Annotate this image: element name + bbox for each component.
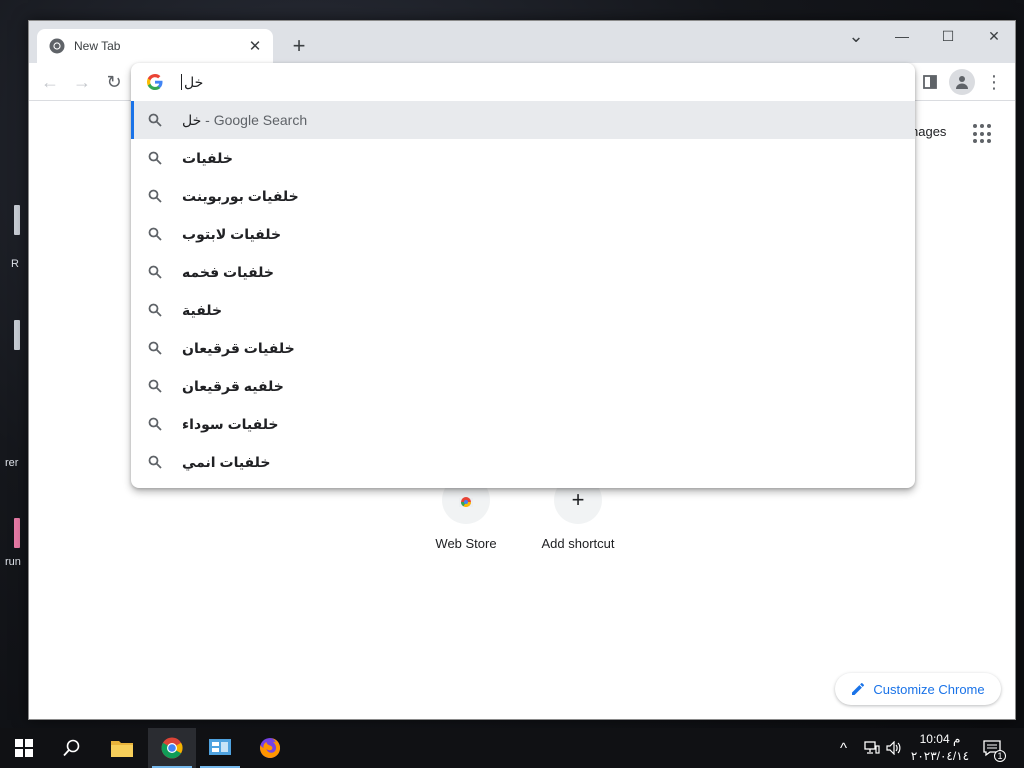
shortcut-label: Add shortcut — [541, 536, 615, 551]
suggestion-text: خلفيات بوربوينت — [182, 187, 299, 204]
suggestion-typed: خل — [182, 111, 202, 128]
network-icon[interactable] — [864, 728, 880, 768]
suggestion-text: خلفيات انمي — [182, 453, 271, 470]
taskbar-file-explorer[interactable] — [98, 728, 146, 768]
close-window-button[interactable]: ✕ — [971, 21, 1017, 51]
search-icon — [147, 454, 163, 470]
suggestion-item[interactable]: خلفيات — [131, 139, 915, 177]
omnibox-dropdown: خل خل - Google Search خلفيات خلفيات بورب… — [131, 63, 915, 488]
minimize-button[interactable]: — — [879, 21, 925, 51]
customize-chrome-label: Customize Chrome — [873, 681, 985, 697]
notification-center-button[interactable]: 1 — [982, 728, 1006, 768]
shortcut-label: Web Store — [435, 536, 497, 551]
profile-avatar-icon[interactable] — [949, 69, 975, 95]
desktop-icon-label: rer — [5, 457, 19, 469]
side-panel-icon[interactable] — [915, 67, 945, 97]
system-clock[interactable]: 10:04 م ٢٠٢٣/٠٤/١٤ — [905, 731, 975, 765]
suggestion-item[interactable]: خلفيات بوربوينت — [131, 177, 915, 215]
omnibox-input[interactable]: خل — [131, 63, 915, 101]
new-tab-button[interactable]: + — [285, 32, 313, 60]
suggestion-text: خلفيات — [182, 149, 233, 166]
tab-search-icon[interactable]: ⌄ — [833, 21, 879, 51]
volume-icon[interactable] — [886, 728, 902, 768]
suggestion-item[interactable]: خلفيات انمي — [131, 443, 915, 481]
search-icon — [147, 112, 163, 128]
clock-time: 10:04 م — [919, 732, 961, 746]
search-icon — [147, 416, 163, 432]
search-icon — [147, 188, 163, 204]
suggestion-item[interactable]: خلفيات فخمه — [131, 253, 915, 291]
suggestion-item[interactable]: خلفية — [131, 291, 915, 329]
suggestion-suffix: - Google Search — [201, 112, 308, 128]
search-icon — [147, 264, 163, 280]
taskbar: ^ 10:04 م ٢٠٢٣/٠٤/١٤ 1 — [0, 728, 1024, 768]
desktop-icon-label: R — [11, 258, 19, 270]
taskbar-firefox[interactable] — [246, 728, 294, 768]
maximize-button[interactable]: ☐ — [925, 21, 971, 51]
suggestion-text: خلفيات سوداء — [182, 415, 279, 432]
search-icon — [147, 226, 163, 242]
windows-logo-icon — [15, 739, 33, 757]
suggestion-item[interactable]: خلفيات قرقيعان — [131, 329, 915, 367]
taskbar-chrome[interactable] — [148, 728, 196, 768]
folder-icon — [111, 741, 133, 757]
desktop-icon[interactable] — [14, 518, 20, 548]
taskbar-control-panel[interactable] — [196, 728, 244, 768]
images-link[interactable]: nages — [911, 124, 946, 139]
search-icon — [147, 340, 163, 356]
tab-title: New Tab — [74, 39, 121, 53]
omnibox-typed-text: خل — [181, 74, 203, 90]
suggestion-item[interactable]: خلفيه قرقيعان — [131, 367, 915, 405]
search-icon — [147, 378, 163, 394]
suggestion-text: خلفيه قرقيعان — [182, 377, 284, 394]
tray-chevron[interactable]: ^ — [840, 728, 847, 768]
desktop-icon-label: run — [5, 556, 21, 568]
notification-count-badge: 1 — [994, 750, 1006, 762]
google-apps-icon[interactable] — [973, 124, 993, 144]
tab-new-tab[interactable]: New Tab ✕ — [37, 29, 273, 63]
tab-close-icon[interactable]: ✕ — [243, 34, 267, 58]
reload-button[interactable]: ↻ — [99, 67, 129, 97]
chrome-menu-icon[interactable]: ⋮ — [979, 67, 1009, 97]
firefox-icon — [260, 737, 281, 758]
clock-date: ٢٠٢٣/٠٤/١٤ — [910, 749, 970, 763]
tab-strip: New Tab ✕ + ⌄ — ☐ ✕ — [29, 21, 1015, 63]
forward-button[interactable]: → — [67, 67, 97, 97]
control-panel-icon — [209, 739, 231, 755]
suggestion-item[interactable]: خلفيات سوداء — [131, 405, 915, 443]
google-g-icon — [147, 74, 163, 90]
back-button[interactable]: ← — [35, 67, 65, 97]
suggestion-text: خلفيات لابتوب — [182, 225, 282, 242]
search-icon — [147, 150, 163, 166]
start-button[interactable] — [0, 728, 48, 768]
suggestion-google-search[interactable]: خل - Google Search — [131, 101, 915, 139]
desktop-icon[interactable] — [14, 320, 20, 350]
taskbar-search-button[interactable] — [48, 728, 96, 768]
chrome-window: New Tab ✕ + ⌄ — ☐ ✕ ← → ↻ ⋮ nages Web St… — [28, 20, 1016, 720]
pencil-icon — [852, 682, 865, 695]
search-icon — [63, 739, 80, 757]
suggestion-text: خلفيات فخمه — [182, 263, 274, 280]
chrome-icon — [161, 737, 183, 759]
search-icon — [147, 302, 163, 318]
suggestion-text: خلفية — [182, 301, 223, 318]
desktop-icon[interactable] — [14, 205, 20, 235]
suggestion-text: خلفيات قرقيعان — [182, 339, 295, 356]
chrome-favicon-icon — [49, 38, 65, 54]
suggestion-item[interactable]: خلفيات لابتوب — [131, 215, 915, 253]
customize-chrome-button[interactable]: Customize Chrome — [835, 673, 1001, 705]
